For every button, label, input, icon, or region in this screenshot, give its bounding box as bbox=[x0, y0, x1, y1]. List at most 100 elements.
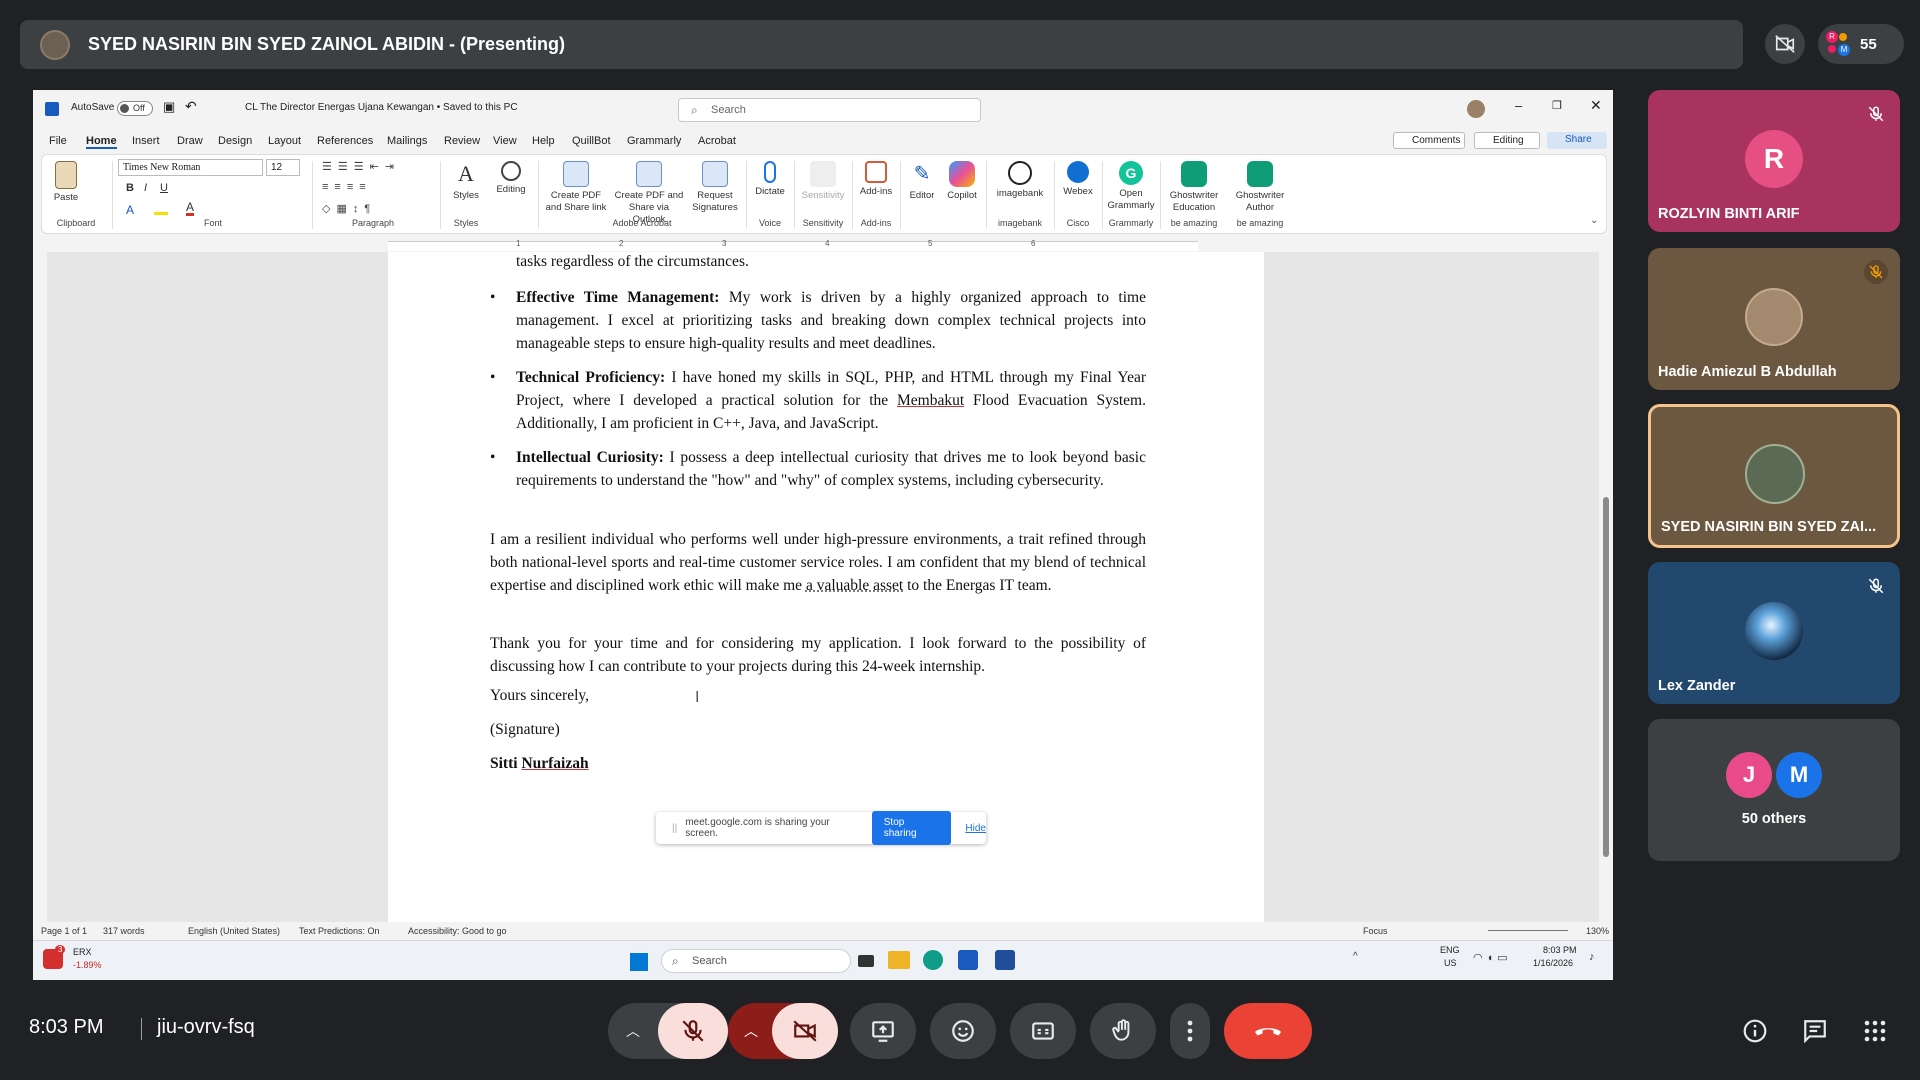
participant-tile[interactable]: Hadie Amiezul B Abdullah bbox=[1648, 248, 1900, 390]
comments-button[interactable]: Comments bbox=[1393, 132, 1465, 149]
font-size-select[interactable]: 12 bbox=[266, 159, 300, 176]
account-avatar[interactable] bbox=[1467, 100, 1485, 118]
drag-handle-icon[interactable]: || bbox=[672, 823, 677, 834]
stocks-widget-icon[interactable]: 3 bbox=[43, 945, 66, 969]
camera-toggle-button[interactable] bbox=[772, 1003, 838, 1059]
language-status[interactable]: English (United States) bbox=[188, 926, 280, 936]
leave-call-button[interactable] bbox=[1224, 1003, 1312, 1059]
ribbon-collapse-icon[interactable]: ⌄ bbox=[1590, 215, 1598, 226]
underline-icon[interactable]: U bbox=[160, 182, 168, 194]
reactions-button[interactable] bbox=[930, 1003, 996, 1059]
menu-references[interactable]: References bbox=[317, 135, 373, 147]
italic-icon[interactable]: I bbox=[144, 182, 147, 194]
others-tile[interactable]: J M 50 others bbox=[1648, 719, 1900, 861]
imagebank-button[interactable]: imagebank bbox=[990, 161, 1050, 200]
participants-button[interactable]: R M 55 bbox=[1818, 24, 1904, 64]
participant-tile-active[interactable]: SYED NASIRIN BIN SYED ZAI... bbox=[1648, 404, 1900, 548]
restore-icon[interactable]: ❐ bbox=[1552, 99, 1562, 112]
menu-design[interactable]: Design bbox=[218, 135, 252, 147]
task-view-icon[interactable] bbox=[858, 955, 874, 967]
font-color-icon[interactable]: A bbox=[186, 201, 195, 216]
word-search-input[interactable]: ⌕ Search bbox=[678, 98, 981, 122]
scroll-thumb[interactable] bbox=[1603, 497, 1609, 857]
audio-options-chevron-icon[interactable]: ︿ bbox=[626, 1021, 640, 1041]
chat-button[interactable] bbox=[1797, 1013, 1833, 1049]
word-count[interactable]: 317 words bbox=[103, 926, 145, 936]
menu-grammarly[interactable]: Grammarly bbox=[627, 135, 681, 147]
taskbar-date[interactable]: 1/16/2026 bbox=[1533, 958, 1573, 968]
participant-tile[interactable]: R ROZLYIN BINTI ARIF bbox=[1648, 90, 1900, 232]
editor-button[interactable]: ✎ Editor bbox=[904, 161, 940, 202]
menu-home[interactable]: Home bbox=[86, 135, 117, 149]
menu-acrobat[interactable]: Acrobat bbox=[698, 135, 736, 147]
wifi-volume-battery-icons[interactable]: ◠◖▭ bbox=[1473, 951, 1512, 964]
open-grammarly-button[interactable]: G Open Grammarly bbox=[1106, 161, 1156, 212]
more-options-button[interactable] bbox=[1170, 1003, 1210, 1059]
app-taskbar-icon[interactable] bbox=[995, 950, 1015, 970]
menu-review[interactable]: Review bbox=[444, 135, 480, 147]
menu-file[interactable]: File bbox=[49, 135, 67, 147]
dictate-button[interactable]: Dictate bbox=[750, 161, 790, 198]
input-language[interactable]: ENG bbox=[1440, 945, 1460, 955]
minimize-icon[interactable]: – bbox=[1515, 98, 1522, 113]
menu-help[interactable]: Help bbox=[532, 135, 555, 147]
webex-button[interactable]: Webex bbox=[1058, 161, 1098, 198]
present-screen-button[interactable] bbox=[850, 1003, 916, 1059]
editing-button[interactable]: Editing bbox=[493, 161, 529, 196]
ghostwriter-author-button[interactable]: Ghostwriter Author bbox=[1230, 161, 1290, 214]
styles-button[interactable]: A Styles bbox=[448, 161, 484, 202]
tray-chevron-icon[interactable]: ^ bbox=[1353, 951, 1358, 962]
hide-self-view-button[interactable] bbox=[1765, 24, 1805, 64]
request-signatures-button[interactable]: Request Signatures bbox=[690, 161, 740, 214]
input-region[interactable]: US bbox=[1444, 958, 1457, 968]
stop-sharing-button[interactable]: Stop sharing bbox=[871, 811, 952, 845]
close-icon[interactable]: ✕ bbox=[1590, 97, 1602, 114]
shading-icons[interactable]: ◇▦↕¶ bbox=[322, 202, 376, 215]
mic-toggle-button[interactable] bbox=[658, 1003, 728, 1059]
accessibility-status[interactable]: Accessibility: Good to go bbox=[408, 926, 507, 936]
text-effects-icon[interactable]: A bbox=[126, 203, 134, 217]
focus-mode-button[interactable]: Focus bbox=[1363, 926, 1388, 936]
menu-layout[interactable]: Layout bbox=[268, 135, 301, 147]
windows-start-icon[interactable] bbox=[630, 953, 648, 971]
notification-bell-icon[interactable]: ♪ bbox=[1589, 951, 1595, 963]
video-options-chevron-icon[interactable]: ︿ bbox=[744, 1021, 758, 1041]
create-pdf-outlook-button[interactable]: Create PDF and Share via Outlook bbox=[612, 161, 686, 226]
autosave-toggle[interactable]: Off bbox=[117, 101, 153, 116]
taskbar-time[interactable]: 8:03 PM bbox=[1543, 945, 1577, 955]
participant-tile[interactable]: Lex Zander bbox=[1648, 562, 1900, 704]
menu-mailings[interactable]: Mailings bbox=[387, 135, 427, 147]
align-icons[interactable]: ≡≡≡≡ bbox=[322, 181, 372, 193]
meeting-details-button[interactable] bbox=[1737, 1013, 1773, 1049]
document-scrollbar[interactable] bbox=[1599, 252, 1613, 922]
edge-browser-icon[interactable] bbox=[923, 950, 943, 970]
copilot-button[interactable]: Copilot bbox=[944, 161, 980, 202]
menu-insert[interactable]: Insert bbox=[132, 135, 160, 147]
editing-mode-button[interactable]: Editing bbox=[1474, 132, 1540, 149]
save-icon[interactable]: ▣ bbox=[163, 99, 175, 115]
share-button[interactable]: Share bbox=[1547, 132, 1607, 149]
menu-view[interactable]: View bbox=[493, 135, 517, 147]
undo-icon[interactable]: ↶ bbox=[185, 98, 197, 115]
file-explorer-icon[interactable] bbox=[888, 951, 910, 969]
menu-quillbot[interactable]: QuillBot bbox=[572, 135, 611, 147]
taskbar-search[interactable]: ⌕ Search bbox=[661, 949, 851, 973]
activities-button[interactable] bbox=[1857, 1013, 1893, 1049]
bold-icon[interactable]: B bbox=[126, 182, 134, 194]
font-name-select[interactable]: Times New Roman bbox=[118, 159, 263, 176]
sensitivity-button[interactable]: Sensitivity bbox=[798, 161, 848, 202]
page-count[interactable]: Page 1 of 1 bbox=[41, 926, 87, 936]
document-title[interactable]: CL The Director Energas Ujana Kewangan •… bbox=[245, 102, 518, 113]
menu-draw[interactable]: Draw bbox=[177, 135, 203, 147]
list-icons[interactable]: ☰☰☰⇤⇥ bbox=[322, 160, 400, 173]
word-taskbar-icon[interactable] bbox=[958, 950, 978, 970]
zoom-level[interactable]: 130% bbox=[1586, 926, 1609, 936]
zoom-slider[interactable] bbox=[1488, 930, 1568, 931]
ghostwriter-education-button[interactable]: Ghostwriter Education bbox=[1164, 161, 1224, 214]
paste-button[interactable]: Paste bbox=[48, 161, 84, 204]
raise-hand-button[interactable] bbox=[1090, 1003, 1156, 1059]
captions-button[interactable] bbox=[1010, 1003, 1076, 1059]
highlight-icon[interactable] bbox=[154, 203, 168, 215]
hide-notice-link[interactable]: Hide bbox=[965, 823, 986, 834]
text-predictions-status[interactable]: Text Predictions: On bbox=[299, 926, 380, 936]
